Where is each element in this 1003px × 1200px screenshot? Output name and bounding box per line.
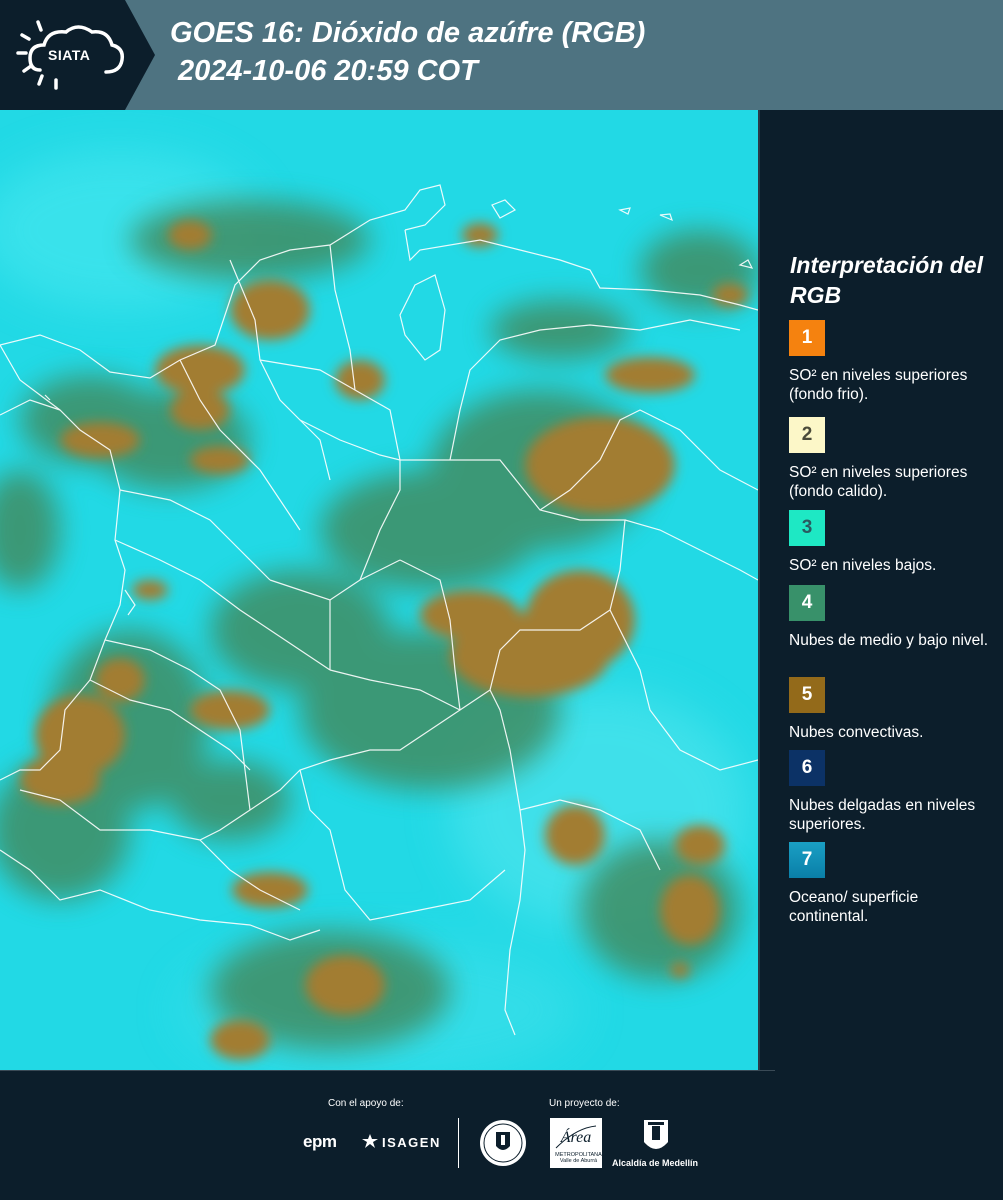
page: SIATA GOES 16: Dióxido de azúfre (RGB) 2… bbox=[0, 0, 1003, 1200]
epm-logo: epm bbox=[303, 1132, 337, 1151]
legend-number-6: 6 bbox=[801, 757, 813, 778]
svg-text:Área: Área bbox=[560, 1127, 592, 1146]
legend-item-1: 1 SO² en niveles superiores (fondo frio)… bbox=[789, 320, 999, 404]
legend-swatch-2: 2 bbox=[789, 417, 825, 453]
legend-label-6: Nubes delgadas en niveles superiores. bbox=[789, 797, 976, 833]
legend-item-4: 4 Nubes de medio y bajo nivel. bbox=[789, 585, 999, 650]
metro-text: METROPOLITANA Valle de Aburrá bbox=[555, 1152, 602, 1164]
legend-label-7: Oceano/ superficie continental. bbox=[789, 889, 919, 925]
legend-label-3: SO² en niveles bajos. bbox=[789, 557, 937, 574]
legend-label-5: Nubes convectivas. bbox=[789, 724, 924, 741]
legend-item-3: 3 SO² en niveles bajos. bbox=[789, 510, 999, 575]
legend-label-4: Nubes de medio y bajo nivel. bbox=[789, 632, 989, 649]
legend-swatch-1: 1 bbox=[789, 320, 825, 356]
alcaldia-crest-icon bbox=[644, 1120, 668, 1149]
siata-logo: SIATA bbox=[0, 0, 155, 110]
legend-swatch-5: 5 bbox=[789, 677, 825, 713]
project-label: Un proyecto de: bbox=[549, 1098, 620, 1109]
legend-number-3: 3 bbox=[801, 517, 813, 538]
support-label: Con el apoyo de: bbox=[328, 1098, 404, 1109]
header: SIATA GOES 16: Dióxido de azúfre (RGB) 2… bbox=[0, 0, 1003, 110]
legend-swatch-7: 7 bbox=[789, 842, 825, 878]
legend-item-5: 5 Nubes convectivas. bbox=[789, 677, 999, 742]
medellin-seal-icon bbox=[480, 1120, 526, 1166]
siata-logo-text: SIATA bbox=[48, 47, 91, 63]
footer: Con el apoyo de: Un proyecto de: epm ISA… bbox=[0, 1070, 1003, 1200]
isagen-logo: ISAGEN bbox=[382, 1135, 441, 1150]
legend-item-7: 7 Oceano/ superficie continental. bbox=[789, 842, 999, 926]
legend-label-2: SO² en niveles superiores (fondo calido)… bbox=[789, 464, 968, 500]
legend-number-4: 4 bbox=[801, 592, 813, 613]
legend-swatch-4: 4 bbox=[789, 585, 825, 621]
legend-panel: Interpretación del RGB 1 SO² en niveles … bbox=[758, 110, 1003, 1070]
satellite-map[interactable] bbox=[0, 110, 758, 1070]
legend-number-2: 2 bbox=[801, 424, 813, 445]
legend-number-7: 7 bbox=[801, 849, 813, 870]
legend-number-1: 1 bbox=[801, 327, 813, 348]
legend-number-5: 5 bbox=[801, 684, 813, 705]
title-timestamp: 2024-10-06 20:59 COT bbox=[178, 55, 478, 87]
legend-swatch-6: 6 bbox=[789, 750, 825, 786]
alcaldia-text: Alcaldía de Medellín bbox=[612, 1158, 699, 1168]
legend-title: Interpretación del RGB bbox=[790, 252, 983, 308]
isagen-icon bbox=[362, 1134, 378, 1148]
page-title: GOES 16: Dióxido de azúfre (RGB) 2024-10… bbox=[170, 14, 645, 90]
legend-item-6: 6 Nubes delgadas en niveles superiores. bbox=[789, 750, 999, 834]
footer-divider bbox=[0, 1070, 775, 1071]
legend-item-2: 2 SO² en niveles superiores (fondo calid… bbox=[789, 417, 999, 501]
legend-swatch-3: 3 bbox=[789, 510, 825, 546]
footer-separator bbox=[458, 1118, 459, 1168]
legend-label-1: SO² en niveles superiores (fondo frio). bbox=[789, 367, 968, 403]
title-product: GOES 16: Dióxido de azúfre (RGB) bbox=[170, 17, 646, 49]
